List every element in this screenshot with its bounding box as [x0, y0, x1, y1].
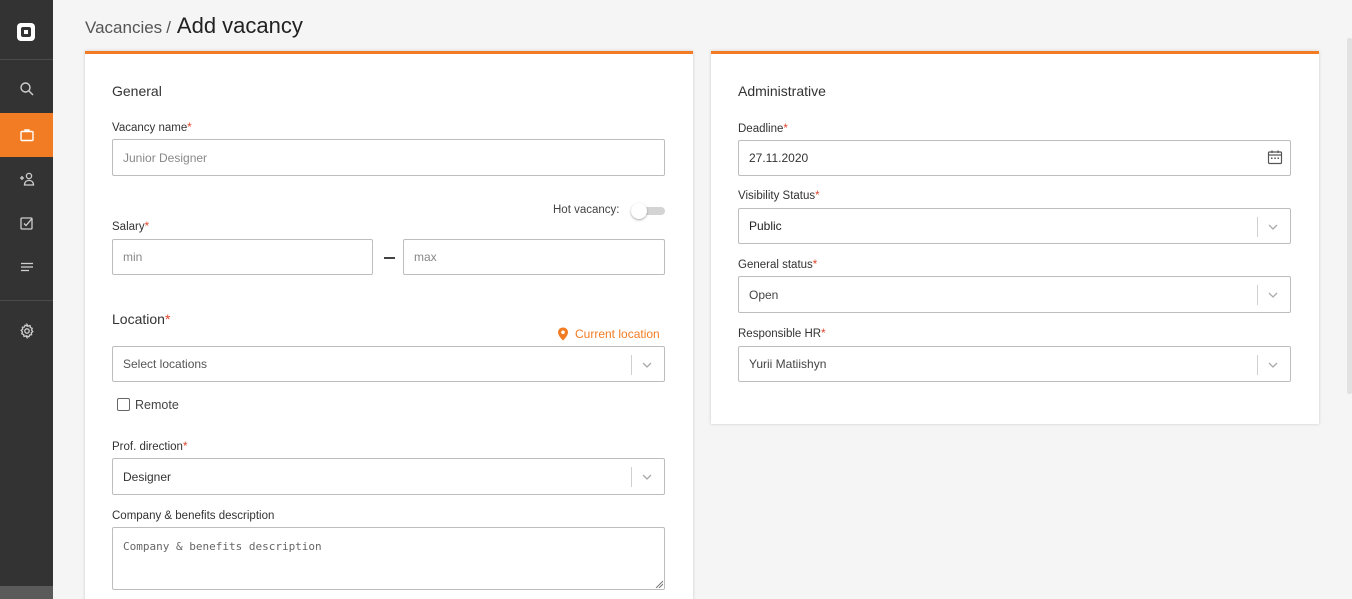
company-description-textarea[interactable]: Company & benefits description: [112, 527, 665, 590]
sidebar-item-lists[interactable]: [0, 245, 53, 289]
salary-label: Salary*: [112, 221, 150, 233]
remote-label: Remote: [135, 398, 179, 412]
location-label: Location*: [112, 311, 171, 327]
chevron-down-icon: [642, 474, 652, 480]
sidebar-item-vacancies[interactable]: [0, 113, 53, 157]
breadcrumb-separator: /: [166, 18, 171, 37]
briefcase-icon: [19, 129, 34, 142]
deadline-date-input[interactable]: 27.11.2020: [738, 140, 1291, 176]
visibility-status-select[interactable]: Public: [738, 208, 1291, 244]
administrative-card: Administrative Deadline* 27.11.2020 Visi…: [711, 51, 1319, 424]
salary-min-input[interactable]: min: [112, 239, 373, 275]
chevron-down-icon: [1268, 292, 1278, 298]
company-description-label: Company & benefits description: [112, 510, 275, 522]
location-pin-icon: [558, 327, 568, 341]
salary-range-dash: [384, 257, 395, 259]
current-location-button[interactable]: Current location: [557, 327, 660, 341]
logo-icon[interactable]: [17, 23, 35, 41]
search-icon: [19, 82, 33, 96]
sidebar-item-settings[interactable]: [0, 309, 53, 353]
chevron-down-icon: [642, 362, 652, 368]
location-select[interactable]: Select locations: [112, 346, 665, 382]
chevron-down-icon: [1268, 362, 1278, 368]
sidebar-item-search[interactable]: [0, 67, 53, 111]
sidebar-item-candidates[interactable]: [0, 157, 53, 201]
vacancy-name-label: Vacancy name*: [112, 122, 192, 134]
general-status-label: General status*: [738, 259, 818, 271]
prof-direction-label: Prof. direction*: [112, 441, 188, 453]
page-title: Add vacancy: [176, 13, 303, 38]
remote-checkbox[interactable]: [117, 398, 130, 411]
sidebar-divider: [0, 59, 53, 60]
calendar-icon[interactable]: [1267, 149, 1283, 165]
general-status-select[interactable]: Open: [738, 276, 1291, 313]
deadline-label: Deadline*: [738, 123, 788, 135]
responsible-hr-label: Responsible HR*: [738, 328, 826, 340]
general-section-title: General: [112, 83, 162, 99]
checklist-icon: [19, 217, 33, 230]
chevron-down-icon: [1268, 224, 1278, 230]
salary-max-input[interactable]: max: [403, 239, 665, 275]
list-icon: [20, 262, 33, 272]
general-card: General Vacancy name* Junior Designer Ho…: [85, 51, 693, 599]
breadcrumb: Vacancies / Add vacancy: [85, 13, 303, 41]
administrative-section-title: Administrative: [738, 83, 826, 99]
hot-vacancy-toggle[interactable]: [631, 203, 665, 219]
sidebar: [0, 0, 53, 599]
sidebar-divider: [0, 300, 53, 301]
vacancy-name-input[interactable]: Junior Designer: [112, 139, 665, 176]
hot-vacancy-label: Hot vacancy:: [553, 204, 620, 216]
sidebar-footer: [0, 586, 53, 599]
gear-icon: [19, 323, 34, 339]
page-scrollbar[interactable]: [1347, 38, 1352, 394]
responsible-hr-select[interactable]: Yurii Matiishyn: [738, 346, 1291, 382]
breadcrumb-vacancies-link[interactable]: Vacancies: [85, 18, 162, 38]
add-user-icon: [19, 172, 34, 186]
visibility-status-label: Visibility Status*: [738, 190, 820, 202]
sidebar-item-tasks[interactable]: [0, 201, 53, 245]
prof-direction-select[interactable]: Designer: [112, 458, 665, 495]
resize-grip-icon[interactable]: [655, 580, 663, 588]
